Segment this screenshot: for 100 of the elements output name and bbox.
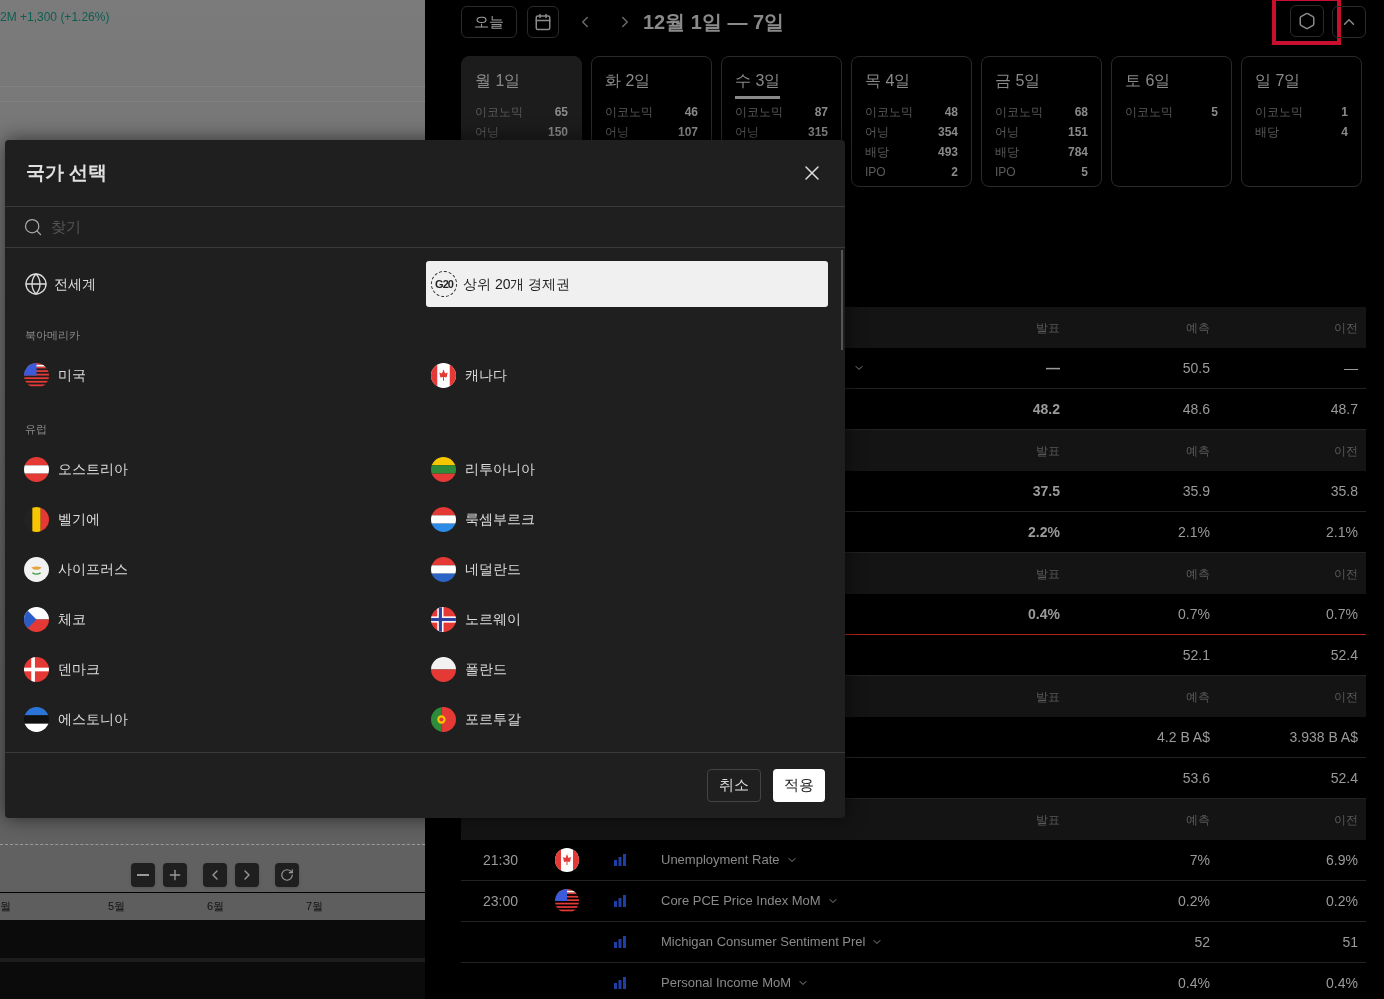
country-option[interactable]: 폴란드: [426, 644, 828, 694]
flag-icon: [24, 706, 49, 732]
column-header: 발표: [1036, 565, 1060, 583]
column-header: 이전: [1334, 688, 1358, 706]
globe-icon: [24, 272, 48, 296]
stat-value: 150: [547, 124, 568, 141]
flag-icon: [24, 656, 49, 682]
previous-value: 0.2%: [1326, 891, 1358, 911]
day-label: 월 1일: [475, 71, 521, 91]
day-card[interactable]: 토 6일 이코노믹 5: [1111, 56, 1232, 187]
country-option[interactable]: 덴마크: [19, 644, 421, 694]
column-header: 예측: [1186, 319, 1210, 337]
stat-label: 배당: [1255, 124, 1279, 141]
forecast-value: 50.5: [1182, 358, 1210, 378]
column-header: 예측: [1186, 688, 1210, 706]
apply-button[interactable]: 적용: [773, 769, 825, 802]
column-header: 발표: [1036, 688, 1060, 706]
column-header: 예측: [1186, 811, 1210, 829]
stat-label: 이코노믹: [1125, 104, 1173, 121]
stat-label: 어닝: [735, 124, 759, 141]
settings-button[interactable]: [1289, 5, 1324, 37]
scroll-left-button[interactable]: [203, 863, 227, 887]
bar-chart-icon: [613, 977, 626, 989]
flag-icon: [431, 606, 456, 632]
stat-label: 이코노믹: [865, 104, 913, 121]
stat-label: IPO: [995, 164, 1016, 181]
flag-icon: [431, 456, 456, 482]
flag-icon: [24, 363, 49, 388]
forecast-value: 35.9: [1182, 481, 1210, 501]
day-label: 수 3일: [735, 69, 781, 99]
country-option[interactable]: 체코: [19, 594, 421, 644]
axis-label: 월: [0, 899, 11, 914]
reset-button[interactable]: [275, 863, 299, 887]
column-header: 예측: [1186, 565, 1210, 583]
flag-icon: [431, 656, 456, 682]
day-label: 토 6일: [1125, 71, 1171, 91]
previous-value: 51: [1342, 932, 1358, 952]
country-option[interactable]: 에스토니아: [19, 694, 421, 744]
stat-value: 5: [1211, 104, 1218, 121]
previous-value: 6.9%: [1326, 850, 1358, 870]
stat-value: 1: [1341, 104, 1348, 121]
column-header: 이전: [1334, 442, 1358, 460]
country-option[interactable]: 리투아니아: [426, 444, 828, 494]
collapse-button[interactable]: [1332, 6, 1366, 38]
region-option[interactable]: G20 상위 20개 경제권: [426, 261, 828, 307]
event-name[interactable]: Core PCE Price Index MoM: [661, 891, 821, 911]
day-label: 일 7일: [1255, 71, 1301, 91]
stat-value: 46: [684, 104, 698, 121]
country-option[interactable]: 벨기에: [19, 494, 421, 544]
flag-icon: [431, 706, 456, 732]
column-header: 이전: [1334, 565, 1358, 583]
previous-value: 0.4%: [1326, 973, 1358, 993]
scroll-right-button[interactable]: [235, 863, 259, 887]
axis-label: 7월: [306, 899, 324, 914]
country-option[interactable]: 룩셈부르크: [426, 494, 828, 544]
today-button[interactable]: 오늘: [461, 6, 517, 38]
zoom-in-button[interactable]: [163, 863, 187, 887]
cancel-button[interactable]: 취소: [707, 769, 761, 802]
country-option[interactable]: 네덜란드: [426, 544, 828, 594]
country-option[interactable]: 미국: [19, 350, 421, 401]
flag-icon: [24, 556, 49, 582]
flag-icon: [431, 506, 456, 532]
event-name[interactable]: Personal Income MoM: [661, 973, 792, 993]
actual-value: 2.2%: [1028, 522, 1060, 542]
stat-label: 이코노믹: [1255, 104, 1303, 121]
flag-icon: [431, 363, 456, 388]
forecast-value: 7%: [1189, 850, 1210, 870]
region-heading: 북아메리카: [25, 328, 81, 343]
forecast-value: 0.7%: [1178, 604, 1210, 624]
stat-label: 이코노믹: [605, 104, 653, 121]
previous-value: 52.4: [1330, 768, 1358, 788]
region-option[interactable]: 전세계: [19, 261, 421, 307]
event-name[interactable]: Unemployment Rate: [661, 850, 780, 870]
country-option[interactable]: 캐나다: [426, 350, 828, 401]
event-time: 21:30: [483, 851, 519, 868]
day-card[interactable]: 일 7일 이코노믹 1 배당 4: [1241, 56, 1362, 187]
stat-value: 5: [1081, 164, 1088, 181]
stat-value: 48: [944, 104, 958, 121]
column-header: 발표: [1036, 319, 1060, 337]
stat-value: 2: [951, 164, 958, 181]
day-card[interactable]: 금 5일 이코노믹 68 어닝 151 배당 784 IPO 5: [981, 56, 1102, 187]
event-name[interactable]: Michigan Consumer Sentiment Prel: [661, 932, 866, 952]
country-option[interactable]: 포르투갈: [426, 694, 828, 744]
stat-value: 151: [1067, 124, 1088, 141]
forecast-value: 2.1%: [1178, 522, 1210, 542]
zoom-out-button[interactable]: [131, 863, 155, 887]
flag-icon: [24, 606, 49, 632]
calendar-button[interactable]: [527, 6, 559, 38]
stat-label: 어닝: [605, 124, 629, 141]
plus-icon: [167, 867, 183, 883]
bar-chart-icon: [613, 854, 626, 866]
day-card[interactable]: 목 4일 이코노믹 48 어닝 354 배당 493 IPO 2: [851, 56, 972, 187]
stat-value: 493: [937, 144, 958, 161]
previous-value: 52.4: [1330, 645, 1358, 665]
dialog-title: 국가 선택: [26, 160, 108, 185]
week-range-title: 12월 1일 — 7일: [643, 10, 785, 35]
country-option[interactable]: 노르웨이: [426, 594, 828, 644]
country-option[interactable]: 오스트리아: [19, 444, 421, 494]
previous-value: —: [1344, 358, 1358, 378]
country-option[interactable]: 사이프러스: [19, 544, 421, 594]
